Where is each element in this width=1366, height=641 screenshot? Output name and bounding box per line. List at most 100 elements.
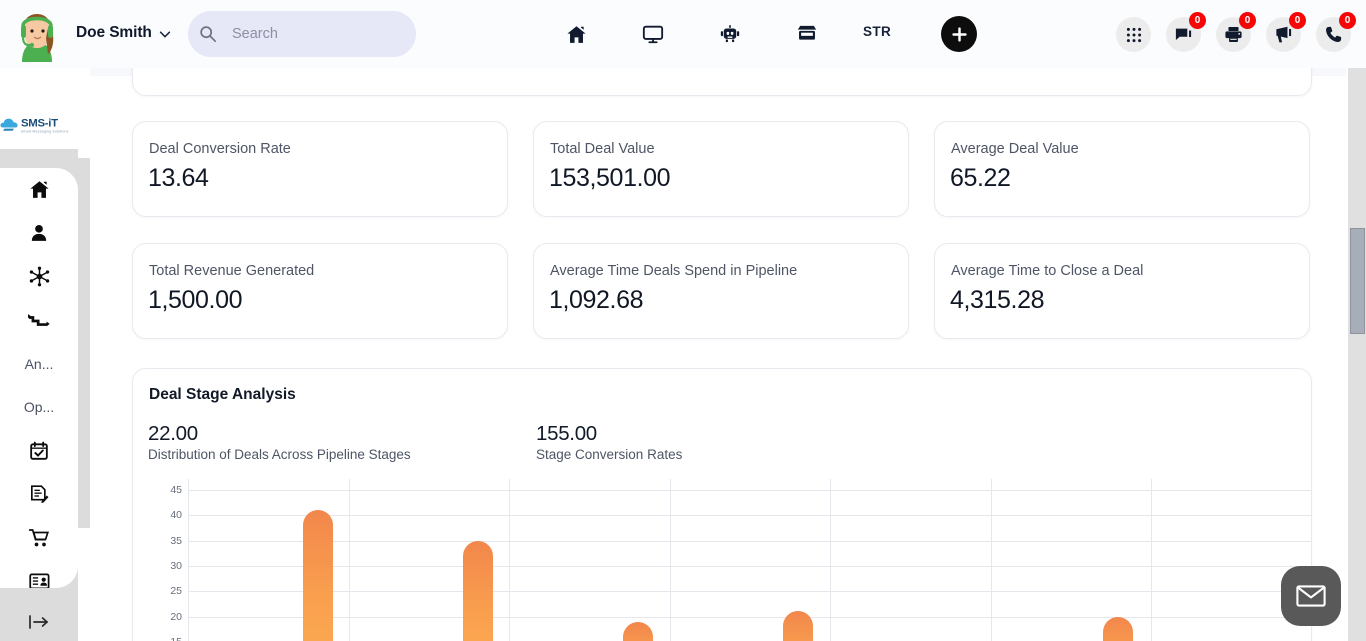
user-name[interactable]: Doe Smith [76, 24, 152, 42]
calls-button[interactable]: 0 [1316, 12, 1356, 52]
metric-value: 22.00 [148, 422, 198, 445]
home-icon [566, 25, 586, 43]
kpi-label: Average Time to Close a Deal [951, 263, 1144, 279]
kpi-card[interactable]: Deal Conversion Rate 13.64 [132, 121, 508, 217]
y-axis-tick-label: 30 [170, 559, 182, 572]
sidebar-item-label: Op... [23, 399, 55, 416]
id-card-icon [28, 573, 49, 588]
sidebar-scrollbar[interactable] [78, 158, 90, 528]
bar[interactable] [303, 510, 333, 641]
bar[interactable] [783, 611, 813, 641]
kpi-value: 1,500.00 [148, 286, 243, 314]
gridline-vertical [188, 479, 189, 641]
monitor-icon [642, 25, 664, 44]
plot-area [188, 479, 1311, 641]
svg-text:Smart Messaging Solutions: Smart Messaging Solutions [21, 129, 69, 133]
section-title: Deal Stage Analysis [149, 386, 296, 403]
y-axis-tick-label: 45 [170, 484, 182, 496]
nav-monitor-button[interactable] [636, 18, 670, 50]
envelope-icon [1296, 585, 1326, 607]
phone-icon [1326, 26, 1342, 42]
kpi-value: 1,092.68 [549, 286, 644, 314]
apps-grid-button[interactable] [1116, 17, 1151, 52]
y-axis-tick-label: 15 [148, 636, 182, 641]
network-hub-icon [29, 266, 49, 287]
page-scrollbar-track[interactable] [1348, 68, 1366, 641]
messages-button[interactable]: 0 [1166, 12, 1206, 52]
y-axis-tick-label: 35 [170, 534, 182, 547]
avatar-illustration [21, 14, 54, 62]
kpi-card[interactable]: Total Revenue Generated 1,500.00 [132, 243, 508, 339]
metric-subtitle: Stage Conversion Rates [536, 447, 683, 462]
megaphone-icon [1276, 26, 1292, 43]
sidebar-item-network[interactable] [0, 255, 78, 299]
plus-icon [951, 26, 967, 42]
brand-logo[interactable]: SMS-iT Smart Messaging Solutions [0, 101, 80, 149]
deal-stage-analysis-card: Deal Stage Analysis 22.00 Distribution o… [132, 368, 1312, 641]
kpi-value: 153,501.00 [549, 164, 671, 192]
expand-sidebar-icon [29, 615, 49, 629]
kpi-card[interactable]: Average Time to Close a Deal 4,315.28 [934, 243, 1310, 339]
kpi-card[interactable]: Average Deal Value 65.22 [934, 121, 1310, 217]
shopping-cart-icon [28, 528, 49, 547]
nav-str-button[interactable]: STR [863, 24, 891, 39]
gridline-vertical [509, 479, 510, 641]
gridline-horizontal [188, 515, 1311, 517]
sidebar-item-operations[interactable]: Op... [0, 386, 78, 430]
top-app-bar: Doe Smith Search STR 0 0 0 0 [0, 0, 1366, 68]
expand-sidebar-button[interactable] [0, 605, 78, 639]
sidebar-item-home[interactable] [0, 168, 78, 212]
calendar-check-icon [30, 441, 48, 460]
gridline-vertical [669, 479, 671, 641]
messages-badge: 0 [1189, 12, 1206, 29]
kpi-value: 4,315.28 [950, 286, 1045, 314]
bar[interactable] [463, 540, 493, 641]
nav-store-button[interactable] [790, 18, 824, 50]
sidebar-item-analytics[interactable]: An... [0, 342, 78, 386]
sidebar-item-calendar[interactable] [0, 429, 78, 473]
chat-bubble-icon [1175, 28, 1192, 41]
kpi-value: 65.22 [950, 164, 1011, 192]
chat-widget-button[interactable] [1281, 566, 1341, 626]
fax-button[interactable]: 0 [1216, 12, 1256, 52]
pipeline-icon [28, 314, 50, 327]
metric-value: 155.00 [536, 422, 597, 445]
gridline-vertical [1151, 479, 1152, 641]
sidebar-item-documents[interactable] [0, 473, 78, 517]
announcements-button[interactable]: 0 [1266, 12, 1306, 52]
kpi-label: Average Deal Value [951, 141, 1079, 157]
y-axis-tick-label: 25 [170, 585, 182, 598]
bar[interactable] [1103, 616, 1133, 641]
document-edit-icon [31, 485, 49, 503]
nav-home-button[interactable] [559, 18, 593, 50]
page-scrollbar-thumb[interactable] [1350, 228, 1365, 334]
nav-robot-button[interactable] [713, 18, 747, 50]
kpi-card[interactable]: Average Time Deals Spend in Pipeline 1,0… [533, 243, 909, 339]
kpi-card[interactable]: Total Deal Value 153,501.00 [533, 121, 909, 217]
y-axis-tick-label: 40 [170, 509, 182, 522]
add-new-button[interactable] [941, 16, 977, 52]
kpi-label: Deal Conversion Rate [149, 141, 291, 157]
main-content: Deal Conversion Rate 13.64 Total Deal Va… [90, 68, 1346, 641]
home-icon [29, 181, 49, 199]
announcements-badge: 0 [1289, 12, 1306, 29]
metric-subtitle: Distribution of Deals Across Pipeline St… [148, 447, 411, 462]
bar[interactable] [623, 621, 653, 641]
sidebar-item-label: An... [24, 355, 54, 372]
avatar[interactable] [14, 4, 60, 64]
y-axis-tick-label: 20 [170, 610, 182, 623]
kpi-value: 13.64 [148, 164, 209, 192]
search-input[interactable] [188, 11, 416, 57]
kpi-label: Total Deal Value [550, 141, 655, 157]
chevron-down-icon[interactable] [158, 27, 172, 41]
sidebar-item-commerce[interactable] [0, 516, 78, 560]
sidebar-item-contacts[interactable] [0, 212, 78, 256]
fax-badge: 0 [1239, 12, 1256, 29]
sidebar-item-pipeline[interactable] [0, 299, 78, 343]
calls-badge: 0 [1339, 12, 1356, 29]
sms-it-logo-icon: SMS-iT Smart Messaging Solutions [0, 118, 69, 133]
sidebar-nav: An... Op... [0, 168, 78, 588]
sidebar-item-cards[interactable] [0, 560, 78, 588]
gridline-horizontal [188, 540, 1311, 542]
gridline-horizontal [188, 591, 1311, 593]
